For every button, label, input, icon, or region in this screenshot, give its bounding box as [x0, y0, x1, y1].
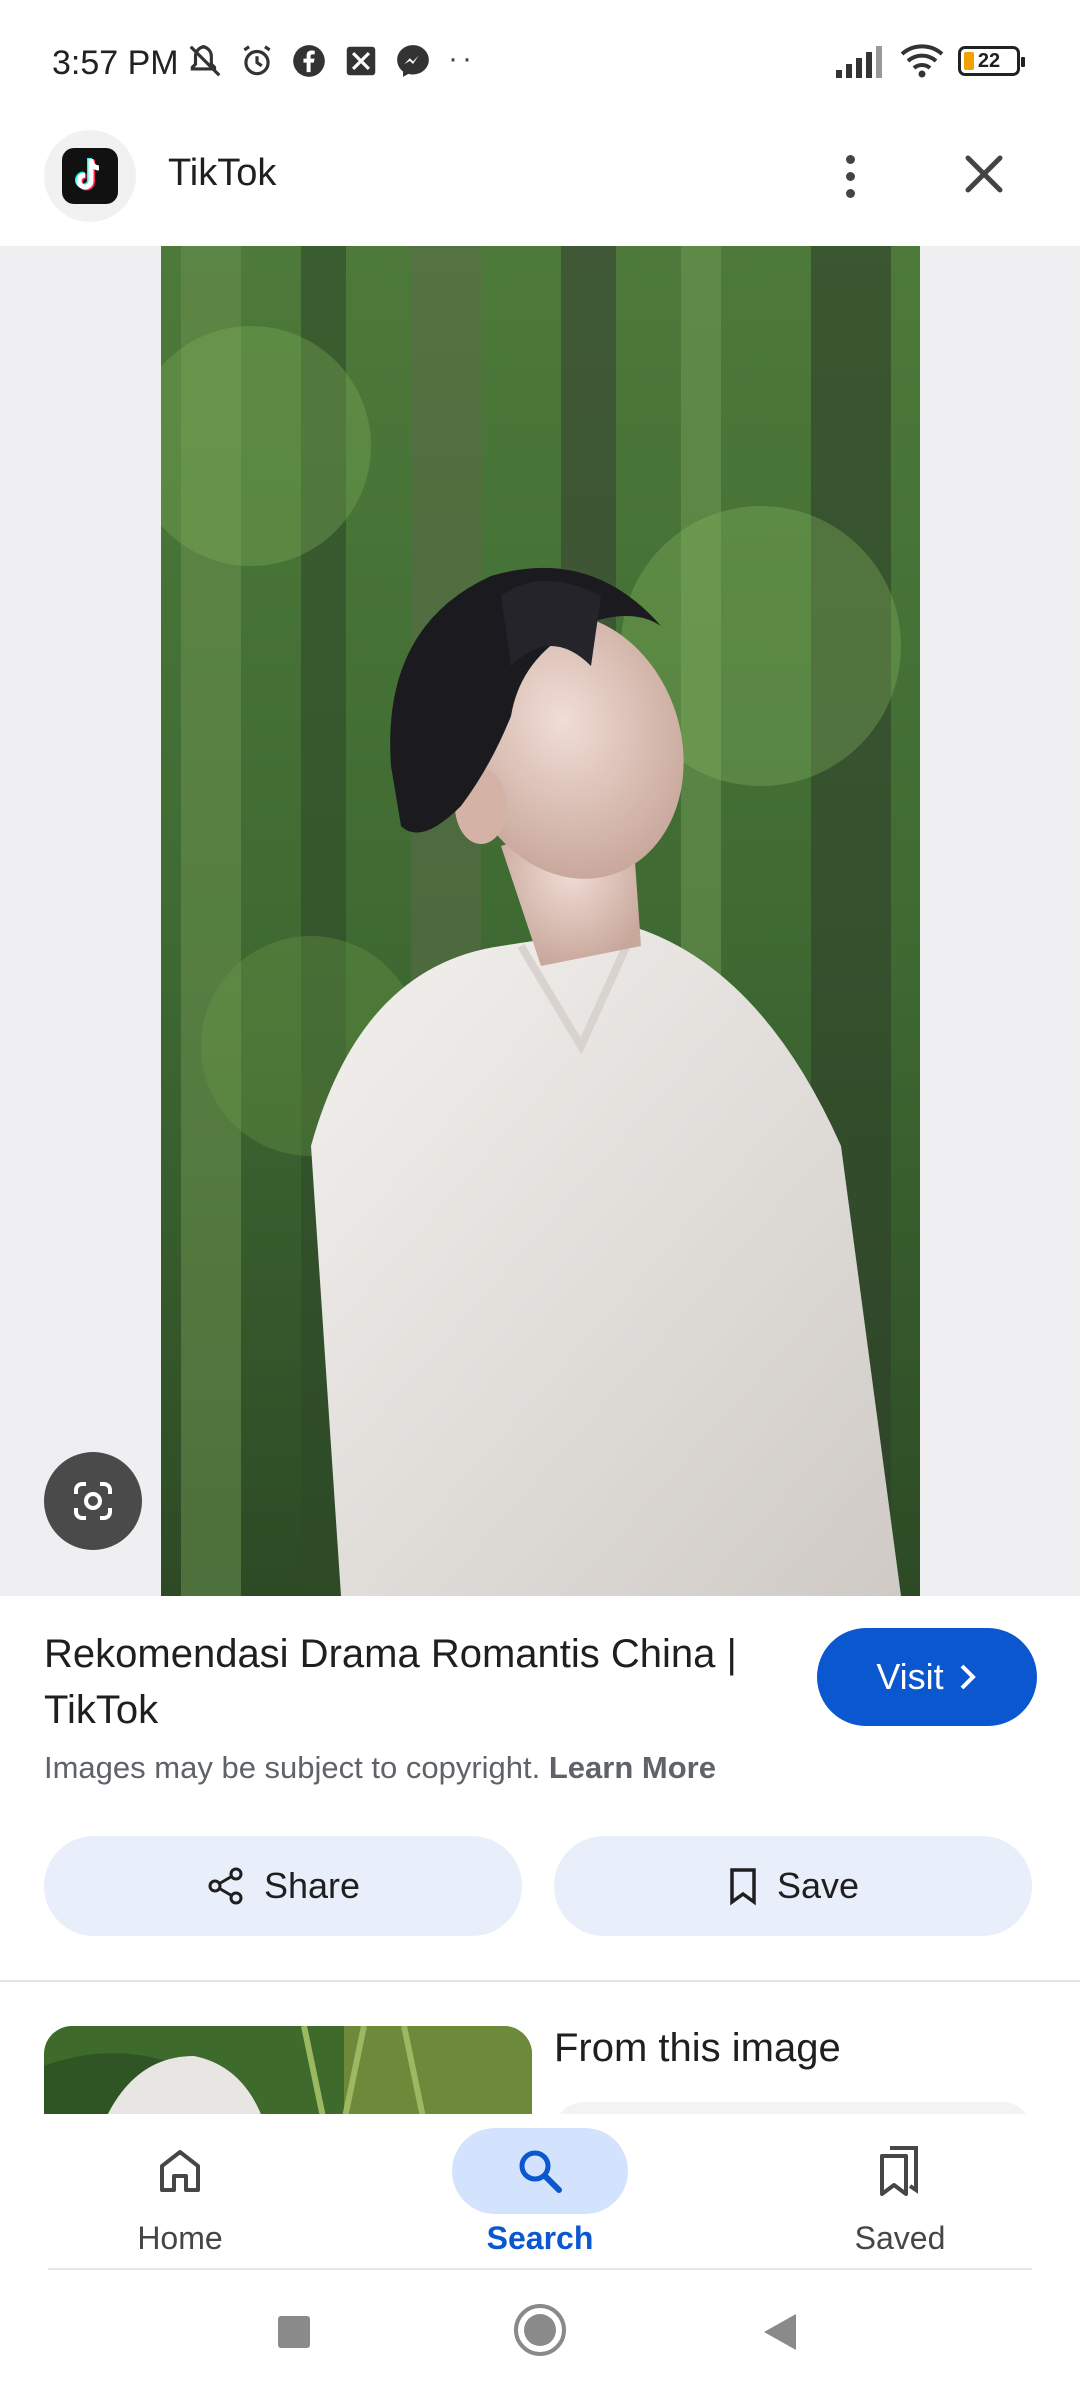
- nav-saved-label: Saved: [854, 2220, 946, 2256]
- learn-more-link[interactable]: Learn More: [549, 1750, 716, 1785]
- tiktok-logo-icon: [44, 130, 136, 222]
- share-button[interactable]: Share: [44, 1836, 522, 1936]
- wifi-icon: [900, 44, 944, 78]
- battery-level: 22: [977, 49, 1001, 72]
- copyright-text: Images may be subject to copyright.: [44, 1750, 541, 1785]
- back-icon[interactable]: [760, 2312, 800, 2352]
- visit-button[interactable]: Visit: [817, 1628, 1037, 1726]
- result-image[interactable]: [161, 246, 920, 1596]
- share-label: Share: [263, 1865, 361, 1906]
- save-button[interactable]: Save: [554, 1836, 1032, 1936]
- visit-label: Visit: [876, 1656, 944, 1697]
- nav-separator: [48, 2268, 1032, 2270]
- nav-home[interactable]: Home: [60, 2128, 300, 2257]
- status-system-icons: 22: [836, 44, 1025, 78]
- bookmark-icon: [730, 1868, 756, 1906]
- section-divider: [0, 1980, 1080, 1982]
- home-icon: [160, 2150, 200, 2192]
- share-icon: [208, 1867, 243, 1905]
- more-notifications-indicator: ··: [448, 42, 476, 75]
- status-time: 3:57 PM: [52, 44, 179, 82]
- nav-saved[interactable]: Saved: [780, 2128, 1020, 2257]
- from-this-image-heading: From this image: [554, 2026, 841, 2070]
- home-system-icon[interactable]: [512, 2302, 568, 2358]
- alarm-icon: [243, 45, 271, 76]
- facebook-icon: [293, 45, 325, 77]
- save-label: Save: [776, 1865, 860, 1906]
- signal-icon: [836, 46, 882, 78]
- status-notification-icons: [186, 42, 432, 80]
- copyright-notice: Images may be subject to copyright. Lear…: [44, 1750, 716, 1786]
- saved-icon: [880, 2146, 918, 2196]
- lens-icon: [74, 1482, 112, 1520]
- search-icon: [519, 2150, 562, 2193]
- close-icon[interactable]: [956, 146, 1012, 202]
- more-options-button[interactable]: [826, 146, 874, 206]
- nav-search-label: Search: [486, 2220, 594, 2256]
- lens-search-button[interactable]: [44, 1452, 142, 1550]
- nav-home-label: Home: [137, 2220, 223, 2256]
- related-image-thumbnail[interactable]: [44, 2026, 532, 2122]
- result-header: TikTok: [0, 130, 1080, 246]
- system-navigation-bar: [0, 2272, 1080, 2400]
- battery-indicator: 22: [958, 46, 1025, 76]
- vpn-icon: [346, 46, 376, 76]
- messenger-icon: [397, 45, 429, 77]
- status-bar: 3:57 PM ·· 22: [0, 0, 1080, 130]
- mute-bell-icon: [189, 45, 221, 77]
- nav-search[interactable]: Search: [420, 2128, 660, 2257]
- recents-icon[interactable]: [276, 2314, 312, 2350]
- result-title[interactable]: Rekomendasi Drama Romantis China | TikTo…: [44, 1626, 764, 1738]
- source-site-name: TikTok: [168, 152, 277, 194]
- chevron-right-icon: [960, 1664, 976, 1690]
- bottom-navigation: Home Search Saved: [0, 2114, 1080, 2270]
- image-viewer: [0, 246, 1080, 1596]
